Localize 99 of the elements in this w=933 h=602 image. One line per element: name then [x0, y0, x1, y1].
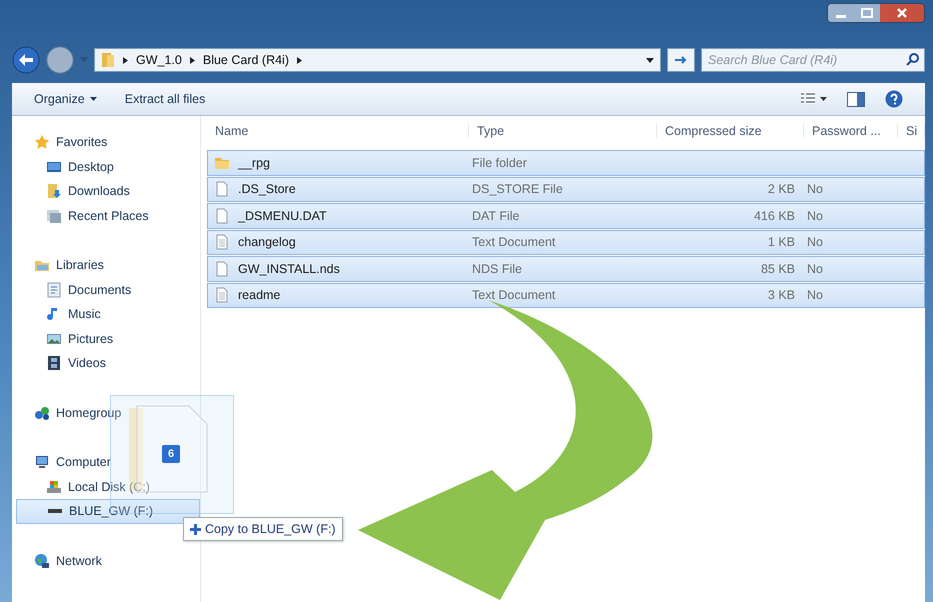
sidebar-item[interactable]: Favorites — [12, 130, 108, 154]
address-bar[interactable]: GW_1.0 Blue Card (R4i) — [94, 48, 661, 72]
forward-button[interactable] — [46, 46, 74, 74]
sidebar-label: Videos — [68, 356, 106, 370]
sidebar-label: Recent Places — [68, 208, 149, 223]
password-status: No — [807, 182, 823, 196]
password-status: No — [807, 288, 823, 302]
chevron-icon[interactable] — [123, 56, 128, 64]
column-header[interactable]: Password ... — [804, 124, 898, 138]
file-type: File folder — [472, 156, 527, 170]
file-size: 2 KB — [768, 182, 795, 196]
file-row[interactable]: changelog Text Document 1 KB No — [207, 230, 925, 255]
back-button[interactable] — [12, 46, 40, 74]
drive-icon — [48, 509, 62, 514]
search-field[interactable]: Search Blue Card (R4i) — [701, 48, 925, 72]
file-size: 1 KB — [768, 235, 795, 250]
recent-icon — [46, 208, 62, 224]
folder-icon — [101, 52, 115, 68]
file-name: __rpg — [238, 156, 270, 170]
file-row[interactable]: .DS_Store DS_STORE File 2 KB No — [207, 176, 925, 202]
refresh-icon — [674, 54, 688, 66]
file-name: .DS_Store — [238, 182, 296, 196]
column-header[interactable]: Compressed size — [657, 124, 804, 138]
file-name: readme — [238, 288, 280, 302]
password-status: No — [807, 208, 823, 223]
file-type: Text Document — [472, 235, 556, 250]
file-size: 85 KB — [760, 262, 795, 276]
breadcrumb[interactable]: Blue Card (R4i) — [202, 53, 289, 67]
file-icon — [214, 260, 230, 277]
sidebar-item[interactable]: Pictures — [12, 326, 114, 351]
videos-icon — [46, 355, 62, 372]
sidebar-item[interactable]: Videos — [12, 351, 106, 376]
toolbar-button[interactable]: Extract all files — [124, 92, 206, 106]
text-file-icon — [214, 234, 230, 250]
close-button[interactable] — [880, 4, 924, 22]
file-row[interactable]: _DSMENU.DAT DAT File 416 KB No — [207, 203, 925, 228]
caret-icon — [90, 97, 97, 101]
search-icon — [906, 53, 919, 66]
star-icon — [34, 134, 50, 150]
sidebar-item[interactable]: Network — [12, 548, 102, 573]
preview-pane-icon[interactable] — [847, 92, 865, 106]
file-name: GW_INSTALL.nds — [238, 262, 340, 276]
sidebar-label: Desktop — [68, 160, 114, 174]
sidebar-item[interactable]: Computer — [12, 450, 111, 474]
plus-icon — [190, 524, 201, 534]
sidebar-item[interactable]: Downloads — [12, 179, 130, 204]
breadcrumb[interactable]: GW_1.0 — [136, 53, 182, 67]
sidebar-item[interactable]: BLUE_GW (F:) — [16, 499, 200, 524]
file-type: DS_STORE File — [472, 182, 563, 196]
sidebar-label: Downloads — [68, 184, 130, 198]
file-icon — [214, 208, 230, 224]
item-count-badge: 6 — [162, 445, 180, 463]
file-icon — [214, 181, 230, 198]
file-type: Text Document — [472, 288, 556, 302]
computer-icon — [34, 454, 50, 470]
file-type: DAT File — [472, 208, 520, 223]
sidebar-label: Homegroup — [56, 406, 122, 420]
file-type: NDS File — [472, 262, 522, 276]
sidebar-label: BLUE_GW (F:) — [69, 504, 154, 518]
sidebar-label: Network — [56, 554, 102, 568]
sidebar-label: Favorites — [56, 135, 108, 150]
file-icon — [129, 404, 209, 494]
file-row[interactable]: readme Text Document 3 KB No — [207, 282, 925, 308]
file-row[interactable]: __rpg File folder — [207, 150, 925, 176]
downloads-icon — [46, 183, 62, 200]
sidebar-label: Computer — [56, 455, 111, 470]
column-header[interactable]: Si — [898, 124, 925, 138]
file-size: 3 KB — [768, 288, 795, 302]
sidebar-item[interactable]: Desktop — [12, 154, 114, 179]
file-name: changelog — [238, 235, 296, 250]
sidebar-label: Libraries — [56, 258, 104, 272]
chevron-icon[interactable] — [190, 56, 195, 64]
sidebar-label: Documents — [68, 282, 132, 297]
text-file-icon — [214, 287, 230, 304]
sidebar-item[interactable]: Music — [12, 302, 101, 326]
toolbar-button[interactable]: Organize — [34, 92, 97, 106]
refresh-button[interactable] — [667, 48, 695, 72]
file-name: _DSMENU.DAT — [238, 208, 327, 223]
file-row[interactable]: GW_INSTALL.nds NDS File 85 KB No — [207, 256, 925, 282]
disk-icon — [46, 478, 62, 495]
sidebar-label: Pictures — [68, 332, 114, 346]
column-header[interactable]: Name — [207, 124, 469, 138]
help-icon[interactable] — [885, 90, 903, 108]
file-size: 416 KB — [754, 208, 795, 223]
sidebar-item[interactable]: Documents — [12, 278, 132, 302]
sidebar-item[interactable]: Recent Places — [12, 204, 149, 228]
documents-icon — [46, 282, 62, 298]
sidebar-item[interactable]: Libraries — [12, 253, 104, 278]
homegroup-icon — [34, 404, 50, 421]
dropdown-icon[interactable] — [646, 58, 654, 62]
sidebar-label: Music — [68, 307, 101, 322]
password-status: No — [807, 262, 823, 276]
tooltip-text: Copy to BLUE_GW (F:) — [205, 522, 336, 536]
password-status: No — [807, 235, 823, 250]
network-icon — [34, 552, 50, 569]
column-header[interactable]: Type — [469, 124, 657, 138]
sidebar-item[interactable]: Homegroup — [12, 400, 122, 425]
chevron-icon[interactable] — [297, 56, 302, 64]
view-options-icon[interactable] — [801, 93, 827, 105]
